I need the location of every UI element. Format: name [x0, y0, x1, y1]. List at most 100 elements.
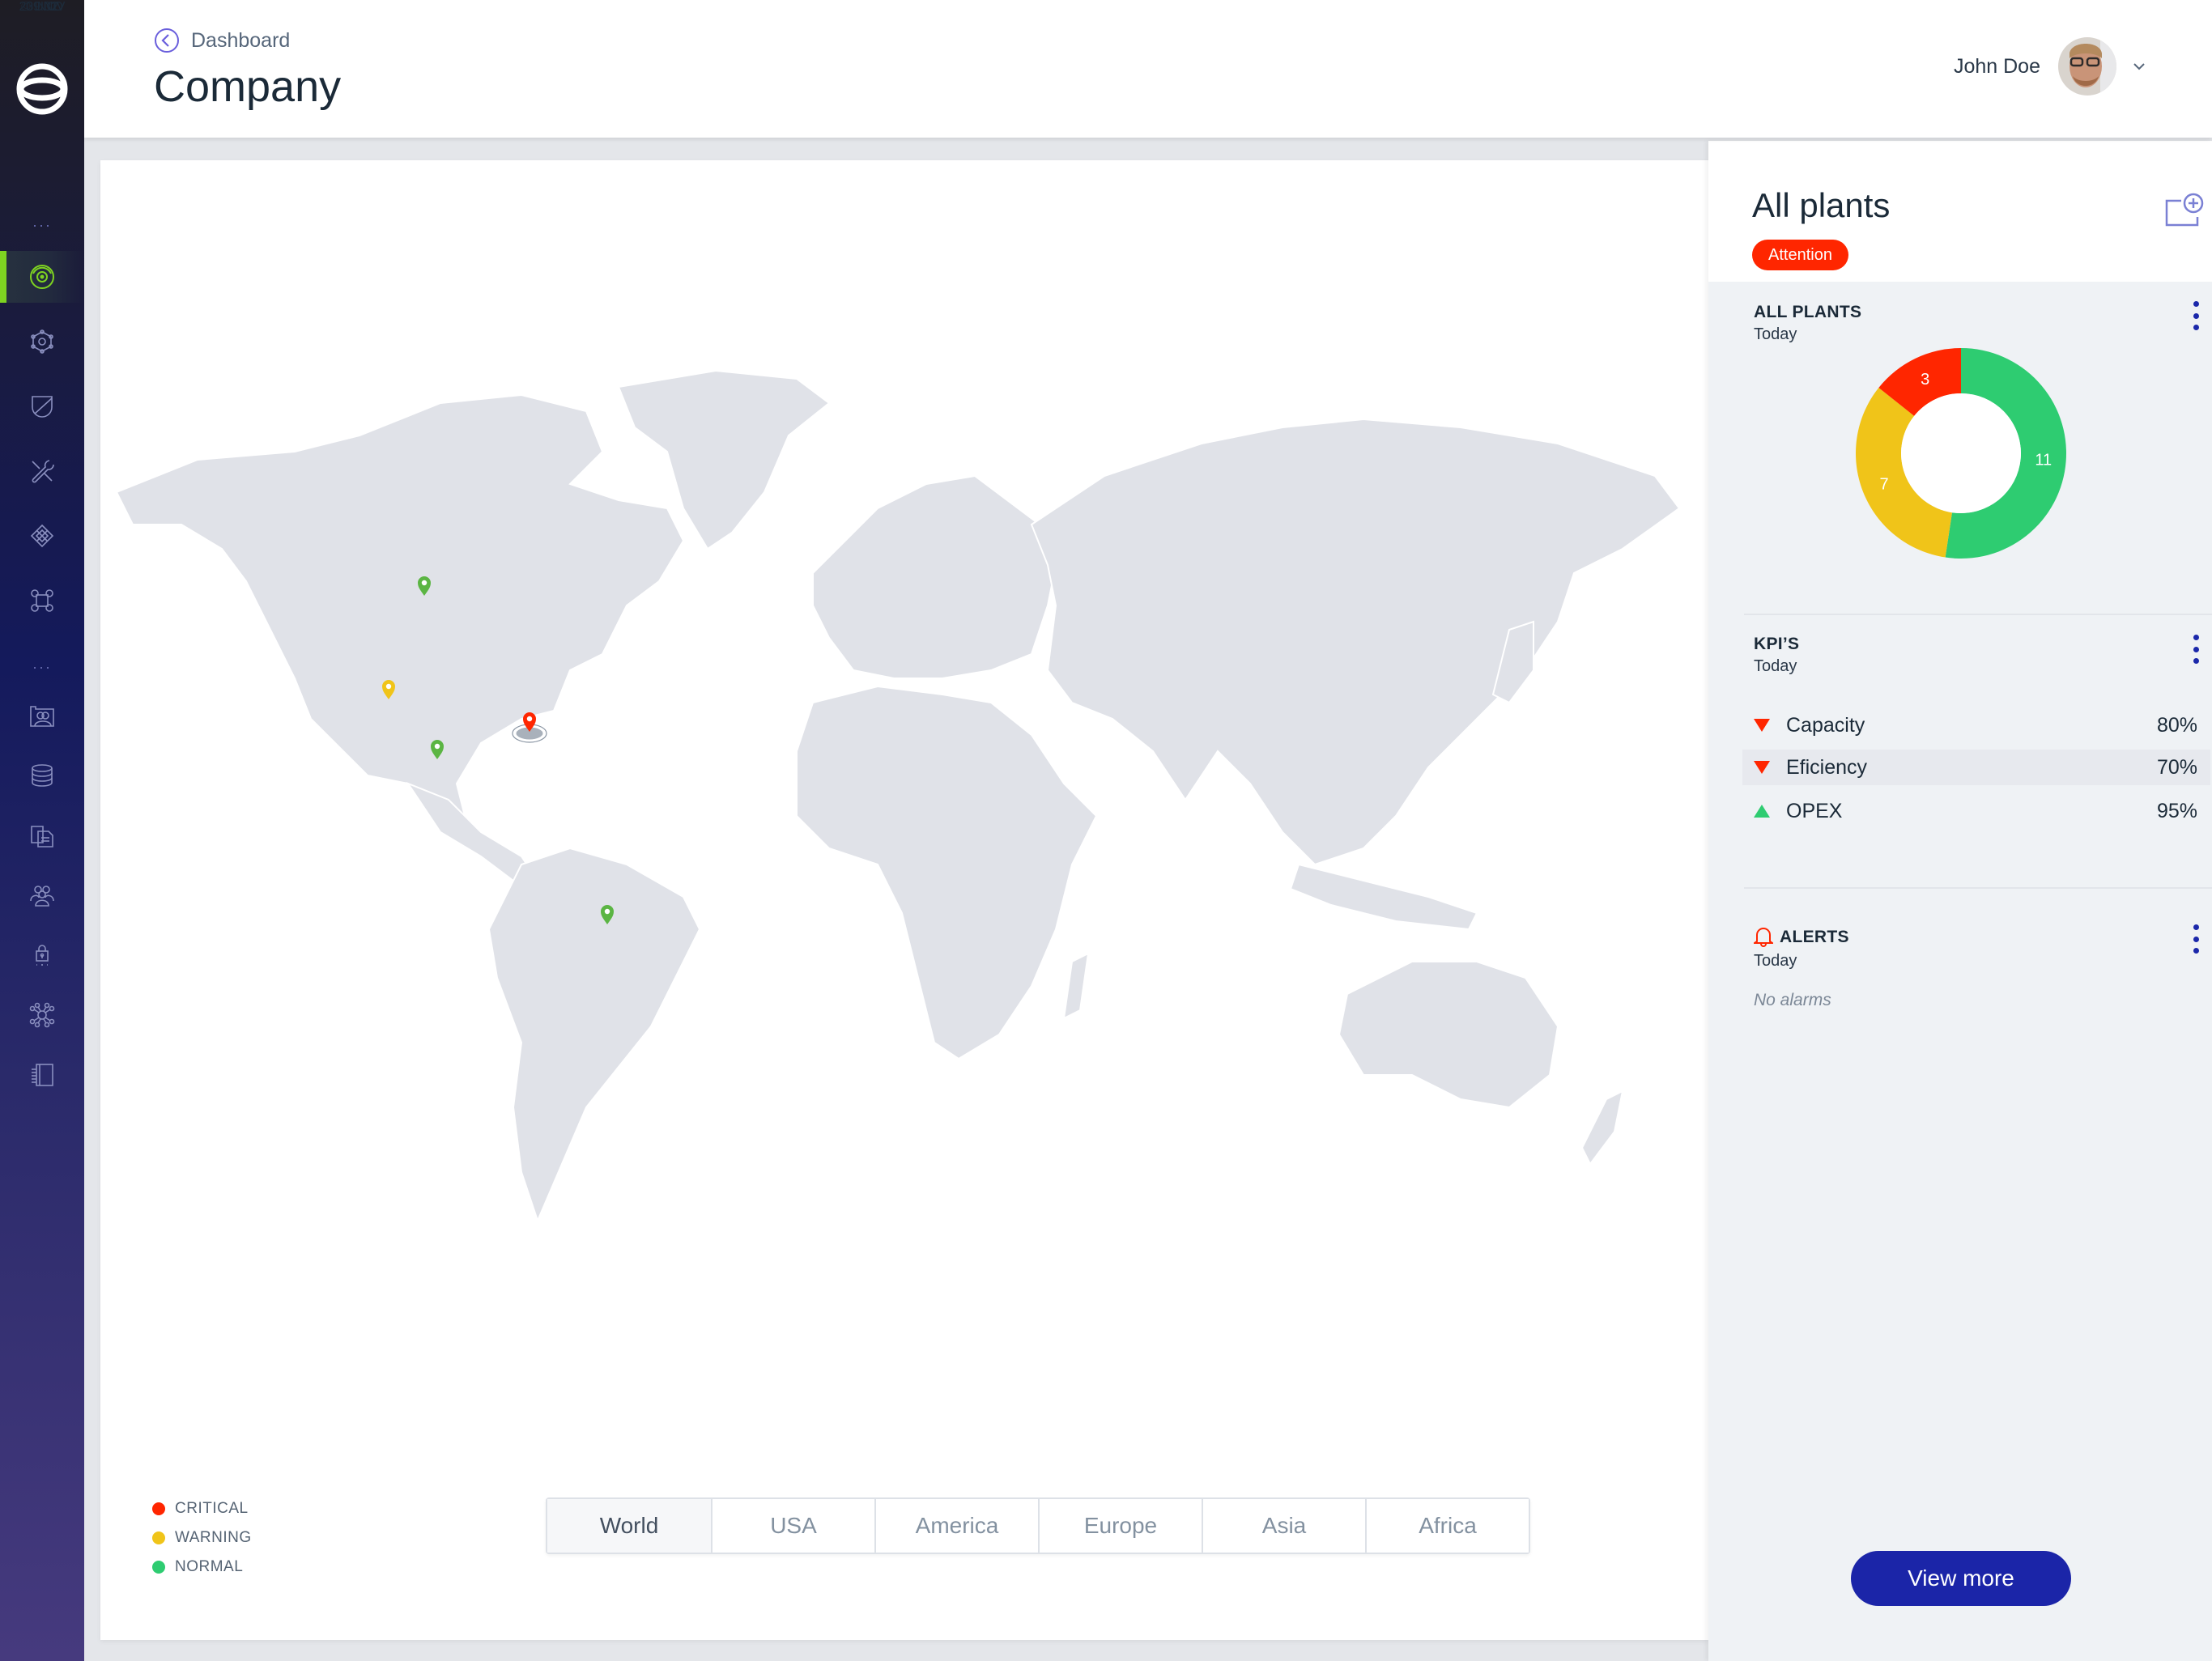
world-map[interactable]: [100, 363, 1687, 1358]
legend-label: NORMAL: [175, 1558, 244, 1575]
nav-item-database[interactable]: [0, 750, 84, 801]
bell-icon: [1754, 928, 1773, 947]
legend-item-critical: CRITICAL: [152, 1494, 252, 1523]
donut-label: 7: [1879, 475, 1888, 493]
sidebar: ··· ··· 09:32 23 NOV © UNO: [0, 0, 84, 1661]
people-folder-icon: [30, 706, 54, 727]
team-icon: [30, 886, 54, 907]
status-badge: Attention: [1752, 240, 1848, 270]
tab-usa[interactable]: USA: [711, 1499, 874, 1553]
land-africa: [796, 685, 1098, 1060]
map-legend: CRITICAL WARNING NORMAL: [152, 1494, 252, 1582]
documents-icon: [31, 826, 53, 847]
map-card: CRITICAL WARNING NORMAL World USA Americ…: [100, 160, 1708, 1640]
all-plants-subtitle: Today: [1754, 325, 1797, 343]
donut-label: 3: [1921, 371, 1929, 389]
network-hex-icon: [31, 329, 53, 354]
panel-header: All plants Attention: [1708, 141, 2212, 282]
nav-item-tools[interactable]: [0, 445, 84, 497]
alerts-menu-button[interactable]: [2189, 924, 2202, 954]
tab-america[interactable]: America: [874, 1499, 1038, 1553]
kpi-row-capacity: Capacity 80%: [1742, 707, 2210, 743]
nav-item-team[interactable]: [0, 869, 84, 921]
tab-africa[interactable]: Africa: [1365, 1499, 1529, 1553]
header: Dashboard Company John Doe: [84, 0, 2212, 138]
land-north-america: [115, 393, 685, 817]
all-plants-menu-button[interactable]: [2189, 301, 2202, 330]
user-menu[interactable]: John Doe: [1954, 37, 2147, 96]
notebook-icon: [32, 1064, 53, 1086]
add-widget-icon[interactable]: [2163, 193, 2204, 227]
avatar: [2058, 37, 2116, 96]
nav-group-dots: ···: [32, 217, 52, 233]
legend-label: WARNING: [175, 1529, 252, 1546]
kpi-name: Eficiency: [1786, 755, 1868, 779]
land-south-america: [487, 847, 701, 1223]
tab-world[interactable]: World: [547, 1499, 711, 1553]
donut-hole: [1901, 393, 2021, 513]
kpis-subtitle: Today: [1754, 657, 1797, 675]
divider: [1744, 614, 2212, 615]
all-plants-title: ALL PLANTS: [1754, 303, 1862, 321]
nav-item-documents[interactable]: [0, 809, 84, 861]
breadcrumb-label: Dashboard: [191, 28, 291, 52]
breadcrumb-back[interactable]: Dashboard: [154, 28, 290, 53]
shield-icon: [32, 396, 53, 418]
region-tabs: World USA America Europe Asia Africa: [546, 1497, 1530, 1554]
nav-item-network[interactable]: [0, 316, 84, 367]
nav-item-overview[interactable]: [0, 251, 84, 303]
land-indonesia: [1289, 863, 1478, 931]
copyright: © UNO: [21, 0, 63, 14]
uno-logo[interactable]: [15, 62, 70, 117]
nav-item-lock[interactable]: [0, 929, 84, 981]
tab-europe[interactable]: Europe: [1038, 1499, 1202, 1553]
trend-up-icon: [1754, 805, 1770, 818]
kpi-row-opex: OPEX 95%: [1742, 793, 2210, 829]
lock-icon: [36, 945, 49, 966]
kpi-value: 80%: [2156, 713, 2197, 737]
target-icon: [30, 265, 54, 289]
legend-item-normal: NORMAL: [152, 1553, 252, 1582]
page-title: Company: [154, 62, 342, 111]
kpi-value: 70%: [2156, 755, 2197, 779]
land-australia: [1338, 961, 1559, 1109]
chevron-down-icon: [2133, 63, 2145, 70]
alerts-subtitle: Today: [1754, 952, 1797, 970]
normal-dot-icon: [152, 1561, 165, 1574]
kpi-name: OPEX: [1786, 799, 1843, 822]
divider: [1744, 887, 2212, 889]
trend-down-icon: [1754, 761, 1770, 774]
tab-asia[interactable]: Asia: [1202, 1499, 1365, 1553]
kpi-row-efficiency: Eficiency 70%: [1742, 750, 2210, 785]
kpi-name: Capacity: [1786, 713, 1865, 737]
view-more-button[interactable]: View more: [1851, 1551, 2071, 1606]
legend-label: CRITICAL: [175, 1500, 249, 1517]
plants-panel: All plants Attention ALL PLANTS Today 11…: [1708, 141, 2212, 1661]
kpis-title: KPI’S: [1754, 635, 1800, 653]
plants-donut-chart: 11 7 3: [1856, 348, 2066, 559]
nav-item-people-folder[interactable]: [0, 690, 84, 741]
user-name: John Doe: [1953, 54, 2040, 78]
panel-title: All plants: [1752, 186, 1891, 224]
legend-item-warning: WARNING: [152, 1523, 252, 1553]
land-europe: [812, 474, 1057, 679]
database-icon: [32, 764, 53, 787]
critical-dot-icon: [152, 1502, 165, 1515]
nav-group-dots: ···: [32, 659, 52, 675]
kpis-menu-button[interactable]: [2189, 635, 2202, 664]
land-new-zealand: [1580, 1090, 1624, 1166]
land-central-america: [406, 781, 539, 881]
alerts-empty-message: No alarms: [1754, 991, 1831, 1009]
nav-item-mesh[interactable]: [0, 510, 84, 562]
nav-item-security[interactable]: [0, 380, 84, 432]
nav-item-nodes[interactable]: [0, 575, 84, 627]
kpi-value: 95%: [2156, 799, 2197, 822]
nav-item-notebook[interactable]: [0, 1049, 84, 1101]
alerts-title: ALERTS: [1780, 928, 1849, 946]
nav-item-hub[interactable]: [0, 989, 84, 1041]
trend-down-icon: [1754, 719, 1770, 732]
land-asia: [1030, 418, 1681, 866]
donut-label: 11: [2035, 452, 2052, 469]
mesh-grid-icon: [30, 524, 54, 548]
nodes-square-icon: [31, 589, 53, 612]
